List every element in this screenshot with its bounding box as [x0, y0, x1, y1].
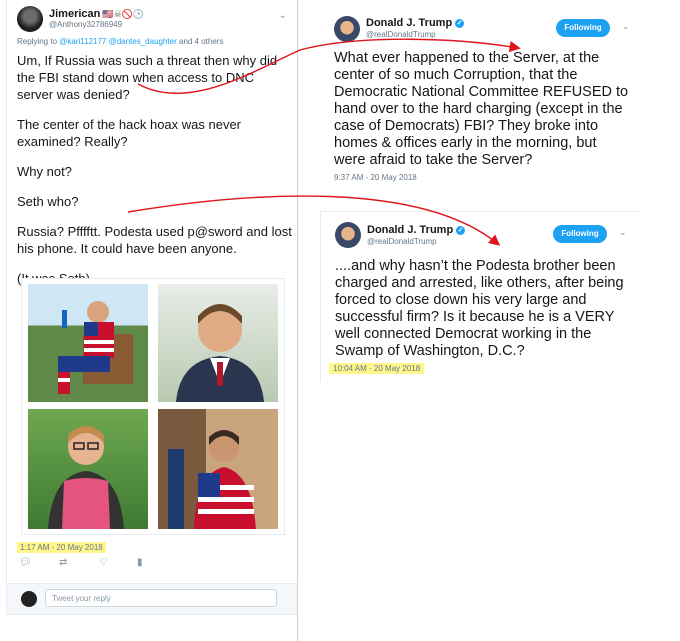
display-name[interactable]: Donald J. Trump ✓: [367, 224, 466, 236]
avatar: [21, 591, 37, 607]
photo-illustration: [58, 301, 133, 394]
verified-icon: ✓: [456, 226, 466, 235]
photo-2[interactable]: [158, 284, 278, 402]
reply-icon[interactable]: 💬︎: [19, 557, 32, 568]
photo-grid: [21, 278, 285, 535]
tweet-paragraph: Seth who?: [17, 194, 79, 209]
replying-to: Replying to @kari112177 @dantes_daughter…: [17, 37, 224, 46]
display-name[interactable]: Jimerican 🇺🇸☠🚫🕒: [49, 8, 144, 20]
reply-composer: Tweet your reply: [7, 583, 297, 614]
reply-tweet: Jimerican 🇺🇸☠🚫🕒 @Anthony32786949 ⌄ Replyi…: [6, 0, 298, 615]
reply-input[interactable]: Tweet your reply: [45, 589, 277, 607]
tweet-paragraph: Why not?: [17, 164, 72, 179]
panel-divider: [297, 0, 298, 641]
tweet-timestamp[interactable]: 9:37 AM - 20 May 2018: [334, 173, 417, 182]
avatar[interactable]: [334, 16, 360, 42]
trump-tweet-2: Donald J. Trump ✓ @realDonaldTrump Follow…: [320, 211, 641, 382]
tweet-text: What ever happened to the Server, at the…: [334, 50, 629, 168]
avatar[interactable]: [335, 222, 361, 248]
tweet-text: ....and why hasn’t the Podesta brother b…: [335, 258, 624, 359]
tweet-timestamp[interactable]: 10:04 AM - 20 May 2018: [329, 363, 425, 374]
user-handle[interactable]: @Anthony32786949: [49, 20, 122, 29]
photo-illustration: [168, 430, 256, 529]
tweet-paragraph: Um, If Russia was such a threat then why…: [17, 53, 278, 102]
flag-emojis: 🇺🇸☠🚫🕒: [102, 9, 145, 19]
photo-illustration: [48, 426, 124, 529]
tweet-paragraph: Russia? Pfffftt. Podesta used p@sword an…: [17, 224, 292, 256]
user-handle[interactable]: @realDonaldTrump: [367, 237, 437, 246]
photo-illustration: [176, 304, 264, 402]
tweet-actions: 💬︎ ⇄ ♡ ▮: [19, 557, 279, 571]
like-icon[interactable]: ♡: [99, 557, 108, 568]
avatar[interactable]: [17, 6, 43, 32]
following-button[interactable]: Following: [556, 19, 610, 37]
following-button[interactable]: Following: [553, 225, 607, 243]
photo-1[interactable]: [28, 284, 148, 402]
trump-tweet-1: Donald J. Trump ✓ @realDonaldTrump Follow…: [320, 10, 640, 190]
display-name[interactable]: Donald J. Trump ✓: [366, 17, 465, 29]
chevron-down-icon[interactable]: ⌄: [279, 10, 287, 21]
tweet-paragraph: The center of the hack hoax was never ex…: [17, 117, 242, 149]
user-handle[interactable]: @realDonaldTrump: [366, 30, 436, 39]
reply-mentions-link[interactable]: @kari112177 @dantes_daughter: [59, 37, 177, 46]
tweet-timestamp[interactable]: 1:17 AM - 20 May 2018: [17, 542, 106, 553]
analytics-icon[interactable]: ▮: [137, 557, 143, 568]
chevron-down-icon[interactable]: ⌄: [619, 227, 627, 238]
photo-4[interactable]: [158, 409, 278, 529]
verified-icon: ✓: [455, 19, 465, 28]
retweet-icon[interactable]: ⇄: [59, 557, 67, 568]
photo-3[interactable]: [28, 409, 148, 529]
chevron-down-icon[interactable]: ⌄: [622, 21, 630, 32]
tweet-text: Um, If Russia was such a threat then why…: [17, 52, 293, 300]
